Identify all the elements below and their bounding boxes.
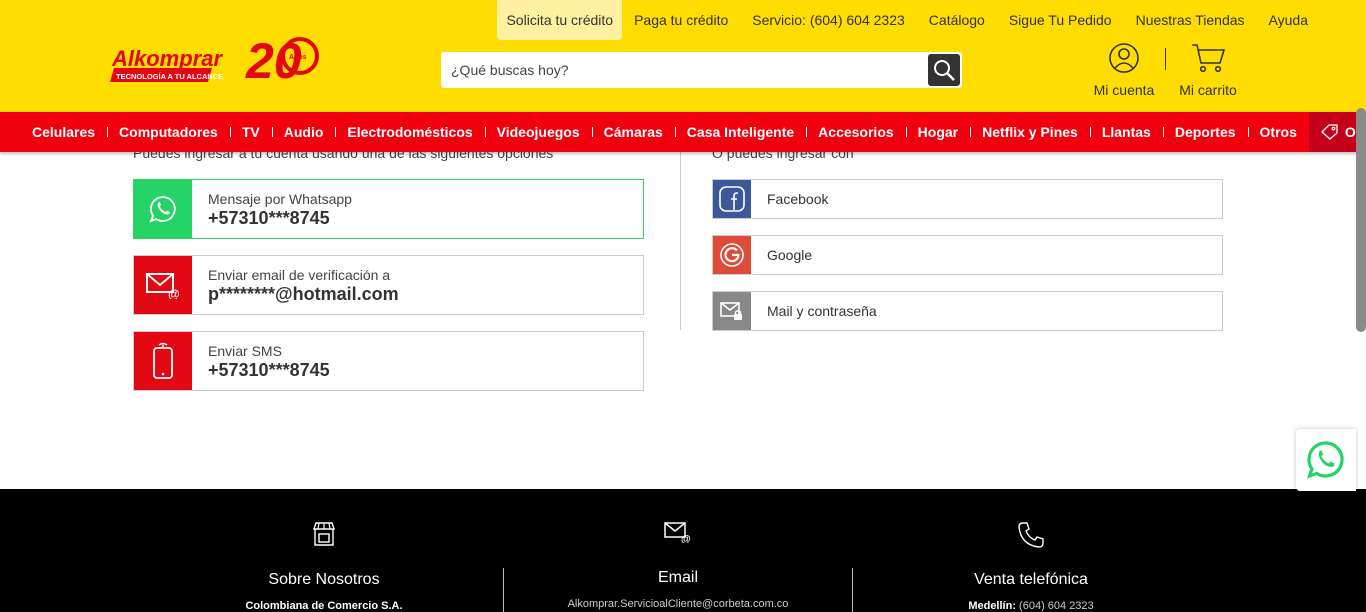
top-link-servicio[interactable]: Servicio: (604) 604 2323 — [740, 0, 917, 40]
svg-text:@: @ — [681, 534, 691, 543]
mail-password-login-button[interactable]: Mail y contraseña — [712, 291, 1223, 331]
category-nav: Celulares Computadores TV Audio Electrod… — [0, 112, 1366, 152]
tag-icon — [1320, 124, 1338, 141]
column-divider — [680, 152, 681, 330]
cart-icon — [1192, 44, 1226, 73]
site-header: Solicita tu crédito Paga tu crédito Serv… — [0, 0, 1366, 112]
email-at-icon: @ — [664, 522, 691, 543]
category-computadores[interactable]: Computadores — [107, 112, 230, 152]
footer-phone-line: Medellín: (604) 604 2323 — [881, 600, 1181, 612]
footer-email-title: Email — [657, 569, 698, 586]
logo-brand-text: Alkomprar — [111, 46, 223, 71]
logo-anniversary-suffix: Años — [289, 54, 307, 61]
footer-divider — [852, 568, 853, 612]
sms-option-title: Enviar SMS — [208, 343, 282, 359]
category-videojuegos[interactable]: Videojuegos — [484, 112, 592, 152]
whatsapp-float-button[interactable] — [1296, 429, 1356, 491]
category-netflix-pines[interactable]: Netflix y Pines — [970, 112, 1090, 152]
store-icon — [313, 522, 335, 546]
facebook-icon — [719, 186, 745, 212]
phone-icon — [1018, 522, 1044, 548]
category-casa-inteligente[interactable]: Casa Inteligente — [674, 112, 806, 152]
footer-phone-city: Medellín: — [968, 600, 1016, 612]
whatsapp-option-phone: +57310***8745 — [208, 208, 330, 228]
category-audio[interactable]: Audio — [271, 112, 336, 152]
category-hogar[interactable]: Hogar — [905, 112, 970, 152]
account-button[interactable]: Mi cuenta — [1084, 42, 1164, 98]
top-nav: Solicita tu crédito Paga tu crédito Serv… — [497, 0, 1320, 40]
google-label: Google — [767, 247, 813, 263]
facebook-login-button[interactable]: Facebook — [712, 179, 1223, 219]
account-label: Mi cuenta — [1093, 82, 1155, 98]
facebook-label: Facebook — [767, 191, 829, 207]
cart-label: Mi carrito — [1179, 82, 1237, 98]
category-electrodomesticos[interactable]: Electrodomésticos — [335, 112, 484, 152]
page-scrollbar[interactable] — [1356, 108, 1366, 332]
email-option-title: Enviar email de verificación a — [208, 267, 391, 283]
top-link-catalogo[interactable]: Catálogo — [917, 0, 997, 40]
category-llantas[interactable]: Llantas — [1089, 112, 1163, 152]
footer-phone-title: Venta telefónica — [974, 571, 1088, 588]
sms-icon-box — [134, 332, 192, 390]
svg-text:@: @ — [168, 287, 180, 299]
cart-button[interactable]: Mi carrito — [1168, 42, 1248, 98]
email-option-address: p********@hotmail.com — [208, 284, 399, 304]
email-at-icon: @ — [146, 273, 180, 299]
logo-graphic: Alkomprar TECNOLOGÍA A TU ALCANCE 20 Año… — [110, 33, 319, 89]
site-footer: Sobre Nosotros Colombiana de Comercio S.… — [0, 489, 1366, 612]
logo-tagline-text: TECNOLOGÍA A TU ALCANCE — [116, 72, 223, 81]
footer-about-company: Colombiana de Comercio S.A. — [245, 600, 403, 612]
google-icon-box — [713, 236, 751, 274]
footer-phone-number[interactable]: (604) 604 2323 — [1019, 600, 1094, 612]
top-link-solicita-credito[interactable]: Solicita tu crédito — [497, 0, 623, 40]
mail-icon-box — [713, 292, 751, 330]
mail-password-label: Mail y contraseña — [767, 303, 877, 319]
google-icon — [720, 243, 744, 267]
category-otros[interactable]: Otros — [1247, 112, 1309, 152]
alkomprar-logo[interactable]: Alkomprar TECNOLOGÍA A TU ALCANCE 20 Año… — [108, 30, 322, 89]
email-icon-box: @ — [134, 256, 192, 314]
whatsapp-login-option[interactable]: Mensaje por Whatsapp +57310***8745 — [133, 179, 644, 239]
footer-email-address[interactable]: Alkomprar.ServicioalCliente@corbeta.com.… — [528, 598, 828, 610]
page: Solicita tu crédito Paga tu crédito Serv… — [0, 0, 1366, 612]
category-tv[interactable]: TV — [229, 112, 272, 152]
top-link-ayuda[interactable]: Ayuda — [1257, 0, 1320, 40]
category-celulares[interactable]: Celulares — [20, 112, 107, 152]
category-deportes[interactable]: Deportes — [1162, 112, 1248, 152]
top-link-tiendas[interactable]: Nuestras Tiendas — [1124, 0, 1257, 40]
email-verification-option[interactable]: @ Enviar email de verificación a p******… — [133, 255, 644, 315]
header-separator — [1165, 48, 1166, 70]
whatsapp-icon — [149, 196, 176, 223]
search-input[interactable] — [441, 52, 927, 88]
category-accesorios[interactable]: Accesorios — [806, 112, 905, 152]
category-camaras[interactable]: Cámaras — [591, 112, 675, 152]
footer-divider — [503, 568, 504, 612]
google-login-button[interactable]: Google — [712, 235, 1223, 275]
footer-about-title: Sobre Nosotros — [268, 571, 380, 588]
whatsapp-icon-box — [134, 180, 192, 238]
user-icon — [1109, 43, 1139, 73]
top-link-sigue-pedido[interactable]: Sigue Tu Pedido — [997, 0, 1124, 40]
search-icon — [934, 60, 955, 81]
search-bar — [441, 52, 962, 88]
whatsapp-icon — [1306, 441, 1344, 479]
sms-login-option[interactable]: Enviar SMS +57310***8745 — [133, 331, 644, 391]
mobile-phone-icon — [153, 342, 173, 379]
facebook-icon-box — [713, 180, 751, 218]
mail-lock-icon — [720, 302, 742, 320]
search-button[interactable] — [928, 54, 960, 86]
top-link-paga-credito[interactable]: Paga tu crédito — [622, 0, 740, 40]
sms-option-phone: +57310***8745 — [208, 360, 330, 380]
whatsapp-option-title: Mensaje por Whatsapp — [208, 191, 352, 207]
